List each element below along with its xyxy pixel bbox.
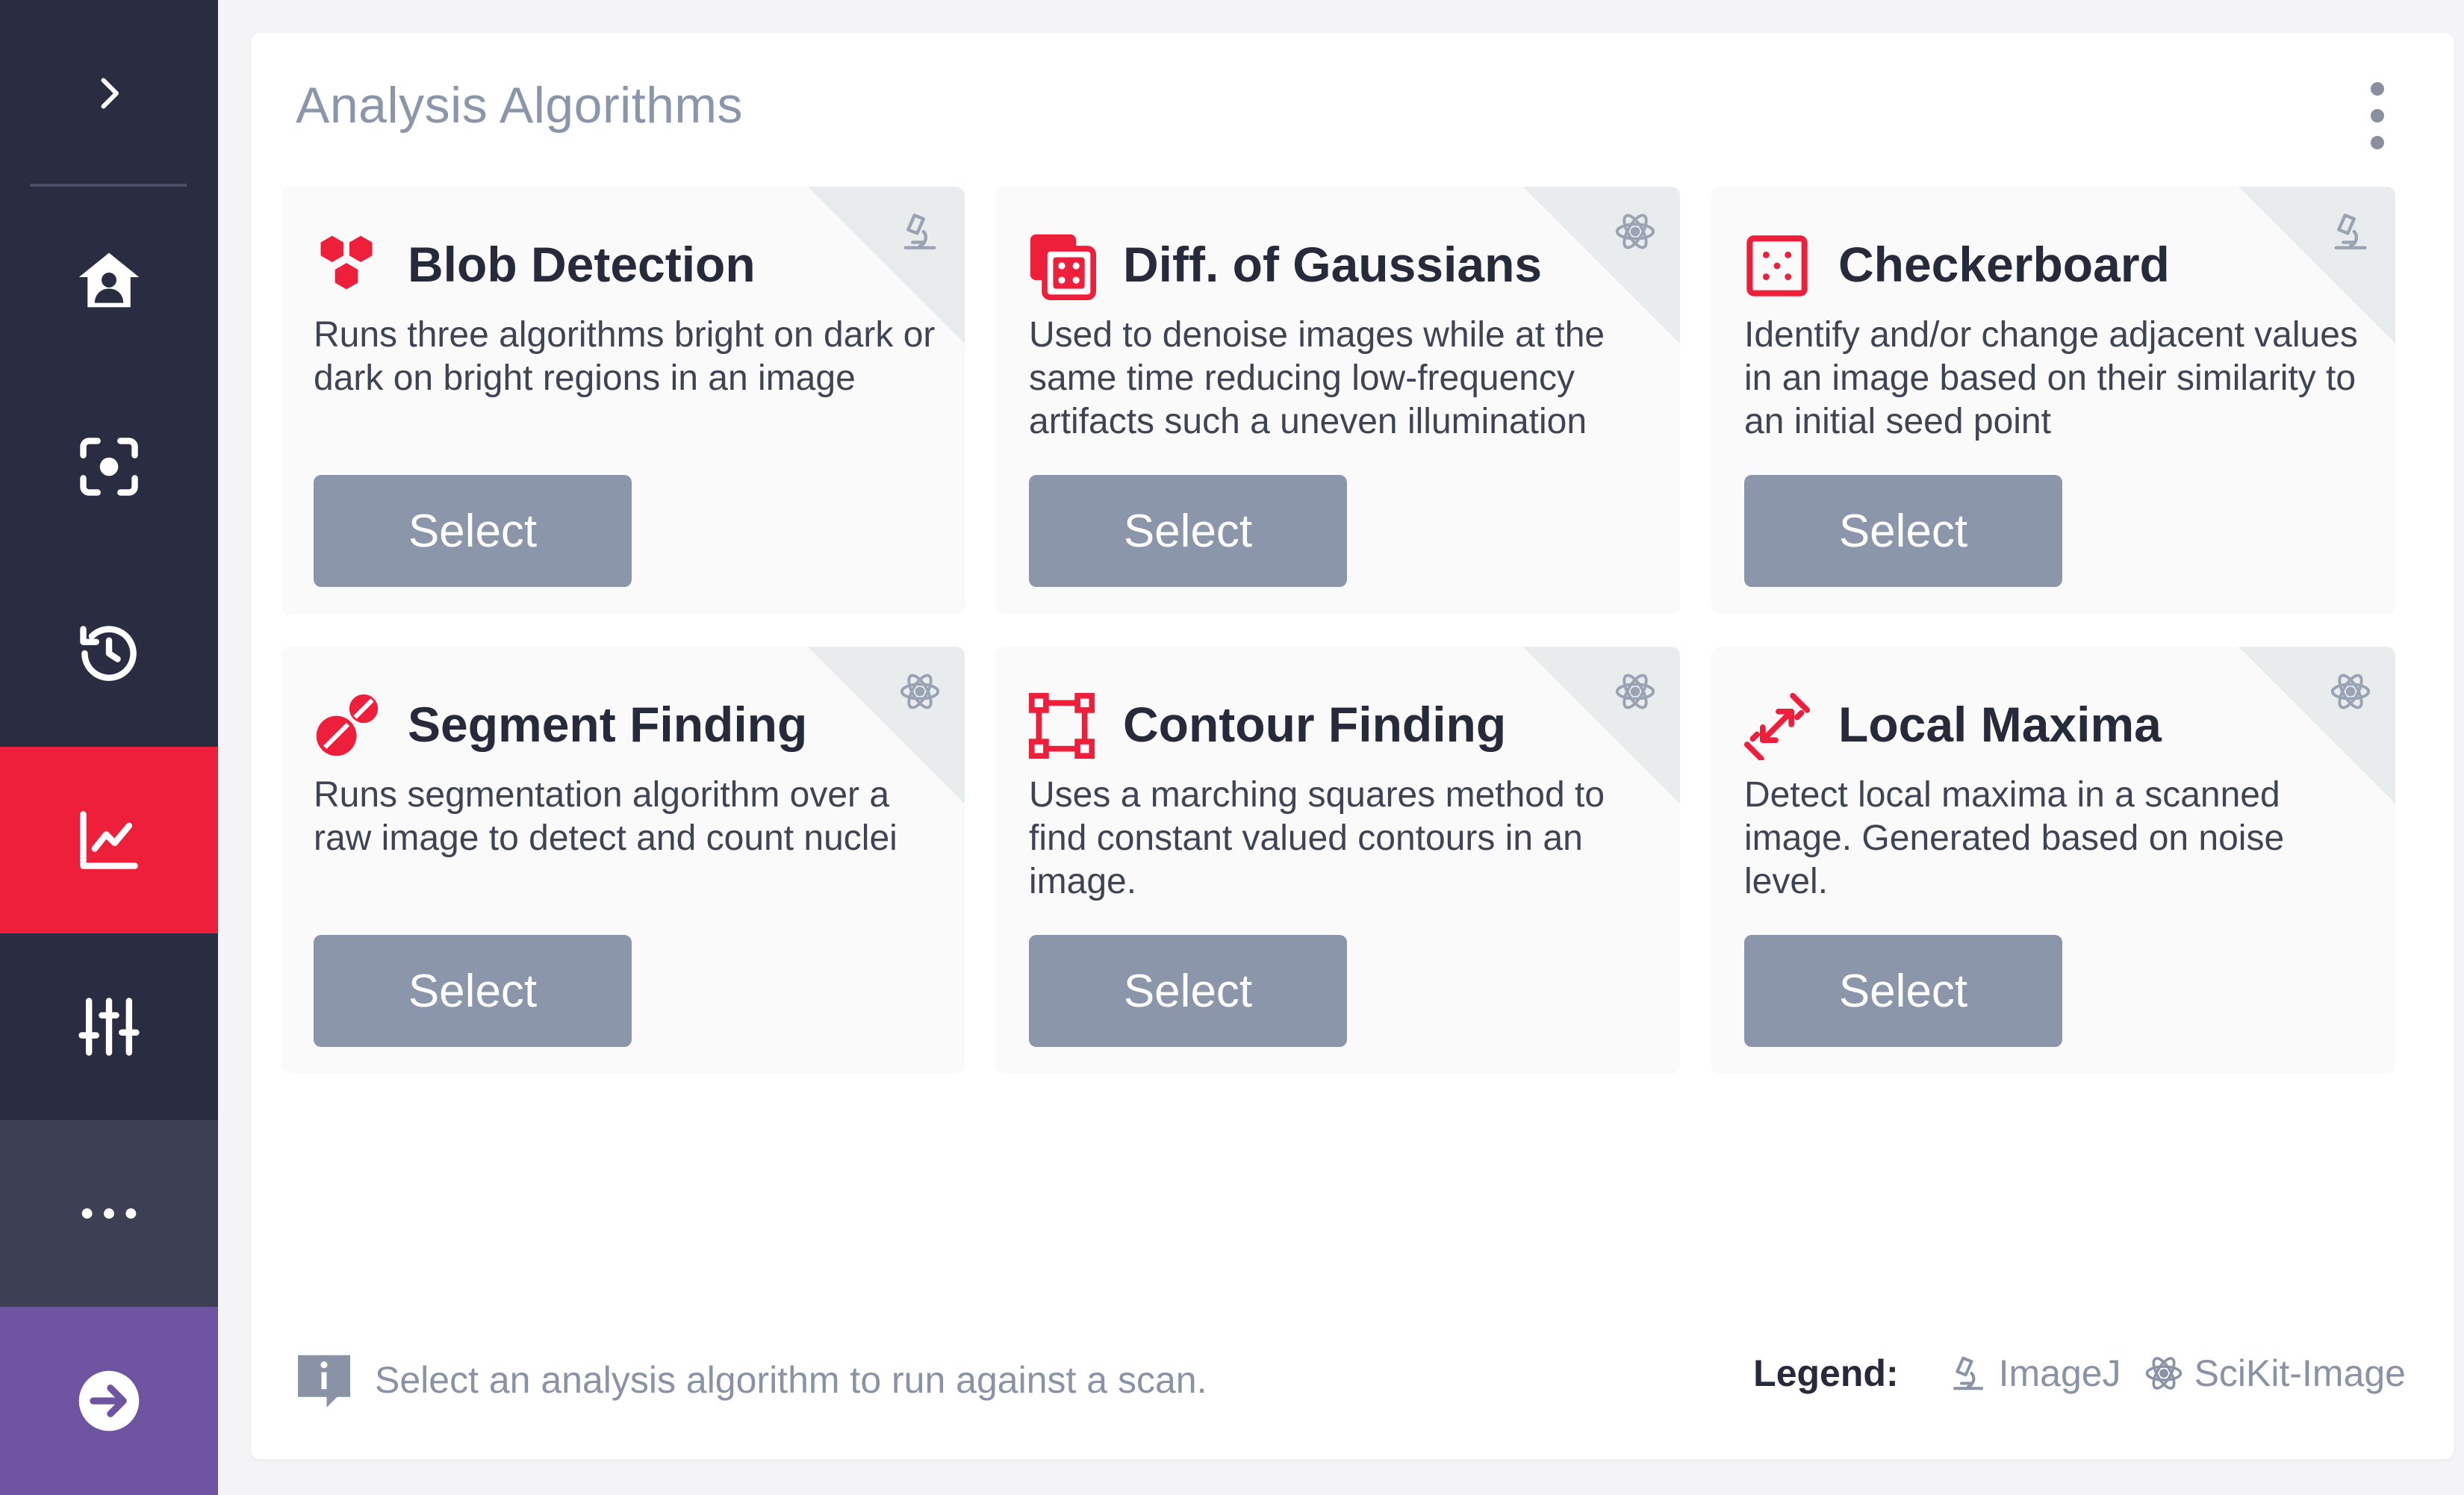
arrow-right-circle-icon bbox=[78, 1370, 140, 1432]
card-title: Local Maxima bbox=[1838, 697, 2162, 752]
card-title: Diff. of Gaussians bbox=[1123, 237, 1543, 292]
card-description: Used to denoise images while at the same… bbox=[1029, 315, 1605, 441]
sidebar-item-analysis[interactable] bbox=[0, 747, 218, 933]
sidebar-item-settings[interactable] bbox=[0, 933, 218, 1120]
card-diff-of-gaussians: Diff. of Gaussians Used to denoise image… bbox=[996, 187, 1680, 614]
legend: Legend: ImageJ SciKit-Image bbox=[1753, 1352, 2406, 1395]
chevron-right-icon bbox=[101, 78, 119, 109]
card-local-maxima: Local Maxima Detect local maxima in a sc… bbox=[1711, 647, 2395, 1074]
home-user-icon bbox=[78, 252, 140, 308]
atom-icon bbox=[2328, 669, 2373, 714]
select-button[interactable]: Select bbox=[1744, 475, 2062, 587]
card-contour-finding: Contour Finding Uses a marching squares … bbox=[996, 647, 1680, 1074]
card-description: Runs three algorithms bright on dark or … bbox=[314, 315, 936, 398]
sidebar bbox=[0, 0, 218, 1495]
sidebar-item-scan[interactable] bbox=[0, 373, 218, 560]
microscope-icon bbox=[897, 209, 942, 254]
card-title: Checkerboard bbox=[1838, 237, 2170, 292]
vector-square-icon bbox=[1027, 691, 1096, 760]
split-circles-icon bbox=[312, 691, 381, 760]
page-title: Analysis Algorithms bbox=[296, 77, 744, 134]
card-checkerboard: Checkerboard Identify and/or change adja… bbox=[1711, 187, 2395, 614]
sidebar-item-logout[interactable] bbox=[0, 1307, 218, 1495]
microscope-icon bbox=[1953, 1356, 1983, 1390]
atom-icon bbox=[1613, 209, 1658, 254]
footer-info: Select an analysis algorithm to run agai… bbox=[293, 1349, 1207, 1411]
dotted-grid-icon bbox=[1743, 231, 1811, 300]
card-title: Contour Finding bbox=[1123, 697, 1507, 752]
select-button[interactable]: Select bbox=[1029, 475, 1347, 587]
microscope-icon bbox=[2328, 209, 2373, 254]
select-button[interactable]: Select bbox=[1744, 935, 2062, 1047]
select-button[interactable]: Select bbox=[1029, 935, 1347, 1047]
atom-icon bbox=[2145, 1357, 2182, 1390]
line-chart-icon bbox=[80, 811, 138, 869]
card-title: Blob Detection bbox=[408, 237, 756, 292]
sidebar-item-home[interactable] bbox=[0, 187, 218, 373]
card-blob-detection: Blob Detection Runs three algorithms bri… bbox=[281, 187, 965, 614]
diagonal-arrows-icon bbox=[1743, 691, 1811, 760]
card-description: Uses a marching squares method to find c… bbox=[1029, 775, 1605, 901]
sidebar-item-history[interactable] bbox=[0, 560, 218, 747]
card-title: Segment Finding bbox=[408, 697, 808, 752]
hexagon-cluster-icon bbox=[312, 231, 381, 300]
kebab-menu-icon[interactable] bbox=[2364, 82, 2391, 149]
sidebar-expand-button[interactable] bbox=[0, 0, 218, 187]
legend-item-scikit-image: SciKit-Image bbox=[2144, 1352, 2406, 1395]
atom-icon bbox=[897, 669, 942, 714]
legend-item-label: SciKit-Image bbox=[2194, 1352, 2406, 1394]
card-description: Identify and/or change adjacent values i… bbox=[1744, 315, 2358, 441]
select-button[interactable]: Select bbox=[314, 475, 632, 587]
legend-label: Legend: bbox=[1753, 1352, 1899, 1394]
sliders-icon bbox=[78, 998, 140, 1056]
sidebar-item-more[interactable] bbox=[0, 1120, 218, 1307]
analysis-panel: Analysis Algorithms Blob Detection Runs … bbox=[251, 33, 2454, 1459]
info-bubble-icon bbox=[298, 1355, 350, 1408]
history-icon bbox=[80, 626, 137, 681]
more-horizontal-icon bbox=[81, 1208, 137, 1219]
layered-squares-icon bbox=[1027, 231, 1096, 300]
card-description: Runs segmentation algorithm over a raw i… bbox=[314, 775, 897, 858]
card-segment-finding: Segment Finding Runs segmentation algori… bbox=[281, 647, 965, 1074]
select-button[interactable]: Select bbox=[314, 935, 632, 1047]
atom-icon bbox=[1613, 669, 1658, 714]
legend-item-imagej: ImageJ bbox=[1948, 1352, 2121, 1395]
focus-scan-icon bbox=[80, 438, 138, 496]
legend-item-label: ImageJ bbox=[1998, 1352, 2121, 1394]
footer-hint-text: Select an analysis algorithm to run agai… bbox=[375, 1359, 1207, 1401]
card-description: Detect local maxima in a scanned image. … bbox=[1744, 775, 2285, 901]
